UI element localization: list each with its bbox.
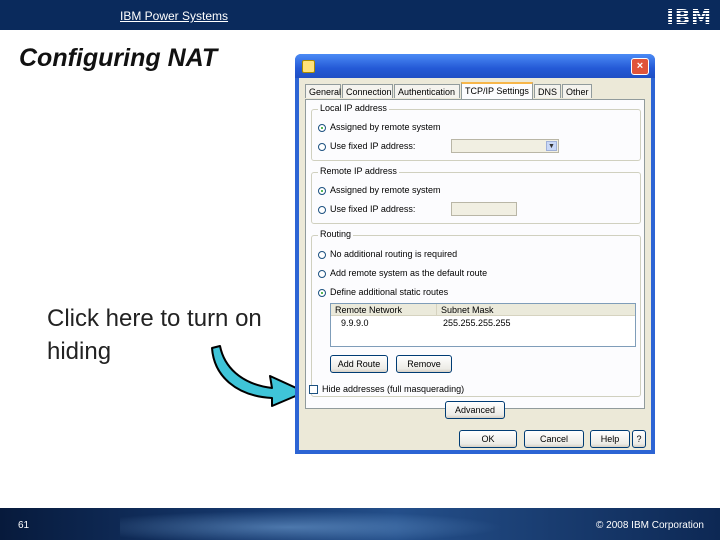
dialog-titlebar[interactable]: × <box>295 54 655 78</box>
advanced-button[interactable]: Advanced <box>445 401 505 419</box>
copyright-text: © 2008 IBM Corporation <box>596 520 704 531</box>
radio-unselected-icon <box>318 205 326 214</box>
slide-title: Configuring NAT <box>19 44 218 72</box>
dialog-body: General Connection Authentication TCP/IP… <box>299 78 651 450</box>
radio-unselected-icon <box>318 269 326 278</box>
add-route-button[interactable]: Add Route <box>330 355 388 373</box>
tab-authentication[interactable]: Authentication <box>394 84 460 98</box>
remote-ip-field[interactable] <box>451 202 517 216</box>
route-mask-cell[interactable]: 255.255.255.255 <box>443 317 511 329</box>
header-title: IBM Power Systems <box>120 9 229 23</box>
ok-button[interactable]: OK <box>459 430 517 448</box>
radio-label: Assigned by remote system <box>330 185 441 195</box>
checkbox-unchecked-icon <box>309 385 318 395</box>
routing-default-route-radio[interactable]: Add remote system as the default route <box>318 267 487 279</box>
hide-addresses-label: Hide addresses (full masquerading) <box>322 384 465 394</box>
tab-tcpip-settings[interactable]: TCP/IP Settings <box>461 82 533 100</box>
tab-dns[interactable]: DNS <box>534 84 561 98</box>
static-routes-table[interactable]: Remote Network Subnet Mask 9.9.9.0 255.2… <box>330 303 636 347</box>
remove-route-button[interactable]: Remove <box>396 355 452 373</box>
tab-general[interactable]: General <box>305 84 341 98</box>
column-header-remote-network[interactable]: Remote Network <box>331 304 437 316</box>
help-question-icon[interactable]: ? <box>632 430 646 448</box>
column-header-subnet-mask[interactable]: Subnet Mask <box>437 304 635 316</box>
slide-header: IBM Power Systems IBM <box>0 0 720 30</box>
remote-ip-fixed-radio[interactable]: Use fixed IP address: <box>318 203 415 215</box>
tab-connection[interactable]: Connection <box>342 84 393 98</box>
routing-label: Routing <box>318 229 354 239</box>
radio-selected-icon <box>318 288 326 297</box>
routing-static-routes-radio[interactable]: Define additional static routes <box>318 286 448 298</box>
remote-ip-group: Remote IP address Assigned by remote sys… <box>311 166 641 224</box>
help-button[interactable]: Help <box>590 430 630 448</box>
close-icon[interactable]: × <box>631 58 649 75</box>
local-ip-combo[interactable]: ▼ <box>451 139 559 153</box>
radio-unselected-icon <box>318 142 326 151</box>
cancel-button[interactable]: Cancel <box>524 430 584 448</box>
radio-selected-icon <box>318 123 326 132</box>
tab-other[interactable]: Other <box>562 84 592 98</box>
radio-label: Use fixed IP address: <box>330 204 416 214</box>
local-ip-assigned-radio[interactable]: Assigned by remote system <box>318 121 441 133</box>
radio-label: Use fixed IP address: <box>330 141 416 151</box>
routing-group: Routing No additional routing is require… <box>311 229 641 397</box>
local-ip-label: Local IP address <box>318 103 389 113</box>
ibm-logo: IBM <box>666 5 712 29</box>
connection-icon <box>302 60 315 73</box>
remote-ip-label: Remote IP address <box>318 166 399 176</box>
radio-label: Assigned by remote system <box>330 122 441 132</box>
local-ip-fixed-radio[interactable]: Use fixed IP address: <box>318 140 415 152</box>
page-number: 61 <box>18 520 30 531</box>
chevron-down-icon: ▼ <box>546 141 557 151</box>
tcpip-settings-panel: Local IP address Assigned by remote syst… <box>305 99 645 409</box>
hide-addresses-checkbox[interactable]: Hide addresses (full masquerading) <box>309 383 464 395</box>
radio-label: Define additional static routes <box>330 287 449 297</box>
route-network-cell[interactable]: 9.9.9.0 <box>341 317 369 329</box>
remote-ip-assigned-radio[interactable]: Assigned by remote system <box>318 184 441 196</box>
local-ip-group: Local IP address Assigned by remote syst… <box>311 103 641 161</box>
connection-properties-dialog: × General Connection Authentication TCP/… <box>295 54 655 454</box>
radio-label: Add remote system as the default route <box>330 268 488 278</box>
radio-unselected-icon <box>318 250 326 259</box>
routing-none-radio[interactable]: No additional routing is required <box>318 248 457 260</box>
radio-label: No additional routing is required <box>330 249 458 259</box>
slide-footer: 61 © 2008 IBM Corporation <box>0 508 720 540</box>
radio-selected-icon <box>318 186 326 195</box>
